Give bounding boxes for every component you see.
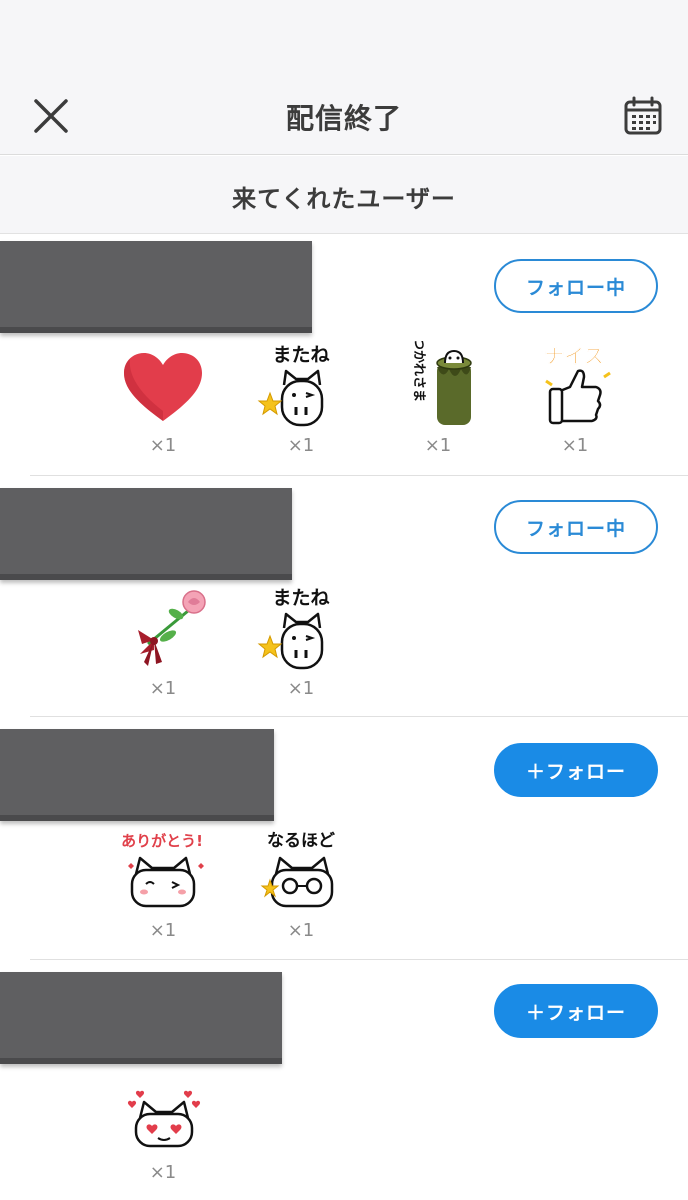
gift-item: なるほど ×1 bbox=[246, 826, 356, 956]
gift-count: ×1 bbox=[149, 435, 177, 456]
user-row: フォロー中 ×1 またね ×1 おつかれさま ×1 ナイス ×1 bbox=[0, 235, 688, 475]
following-button[interactable]: フォロー中 bbox=[494, 259, 658, 313]
gift-count: ×1 bbox=[149, 920, 177, 941]
section-header: 来てくれたユーザー bbox=[0, 156, 688, 234]
arigatou-cat-sticker-icon: ありがとう! bbox=[121, 832, 204, 908]
user-row: ＋フォロー ありがとう! ×1 なるほど ×1 bbox=[0, 717, 688, 959]
redacted-user-info bbox=[0, 488, 292, 580]
otsukaresama-cat-sticker-icon: おつかれさま bbox=[411, 341, 472, 425]
rose-icon bbox=[138, 590, 206, 666]
follow-button[interactable]: ＋フォロー bbox=[494, 984, 658, 1038]
sticker-caption: ナイス bbox=[544, 344, 603, 368]
calendar-icon bbox=[624, 96, 662, 135]
sticker-caption: おつかれさま bbox=[411, 341, 426, 402]
gift-item: またね ×1 bbox=[246, 341, 356, 471]
section-title: 来てくれたユーザー bbox=[232, 185, 456, 213]
gift-count: ×1 bbox=[424, 435, 452, 456]
redacted-user-info bbox=[0, 972, 282, 1064]
page-title: 配信終了 bbox=[285, 102, 402, 135]
gift-item: ありがとう! ×1 bbox=[108, 826, 218, 956]
status-bar-area bbox=[0, 0, 688, 75]
gift-count: ×1 bbox=[149, 678, 177, 699]
sticker-caption: なるほど bbox=[267, 831, 335, 851]
gift-count: ×1 bbox=[287, 920, 315, 941]
naruhodo-cat-sticker-icon: なるほど bbox=[260, 831, 335, 908]
user-row: フォロー中 ×1 またね ×1 bbox=[0, 476, 688, 716]
navigation-bar: 配信終了 bbox=[0, 75, 688, 155]
gift-count: ×1 bbox=[149, 1162, 177, 1183]
redacted-user-info bbox=[0, 729, 274, 821]
calendar-button[interactable] bbox=[622, 95, 664, 137]
sticker-caption: またね bbox=[272, 587, 329, 609]
matane-cat-sticker-icon: またね bbox=[257, 587, 330, 670]
nice-thumbs-up-sticker-icon: ナイス bbox=[544, 344, 611, 425]
gift-count: ×1 bbox=[287, 435, 315, 456]
gift-item: ×1 bbox=[108, 584, 218, 714]
gift-item: ×1 bbox=[108, 341, 218, 471]
sticker-caption: ありがとう! bbox=[121, 832, 203, 850]
gift-item: またね ×1 bbox=[246, 584, 356, 714]
user-row: ＋フォロー ×1 bbox=[0, 960, 688, 1200]
gift-item: ナイス ×1 bbox=[520, 341, 630, 471]
gift-item: おつかれさま ×1 bbox=[383, 341, 493, 471]
gift-count: ×1 bbox=[561, 435, 589, 456]
sticker-caption: またね bbox=[272, 344, 329, 366]
redacted-user-info bbox=[0, 241, 312, 333]
heart-icon bbox=[124, 353, 202, 421]
love-cat-sticker-icon bbox=[127, 1090, 201, 1148]
follow-button[interactable]: ＋フォロー bbox=[494, 743, 658, 797]
gift-item: ×1 bbox=[108, 1068, 218, 1198]
gift-count: ×1 bbox=[287, 678, 315, 699]
following-button[interactable]: フォロー中 bbox=[494, 500, 658, 554]
matane-cat-sticker-icon: またね bbox=[257, 344, 330, 427]
